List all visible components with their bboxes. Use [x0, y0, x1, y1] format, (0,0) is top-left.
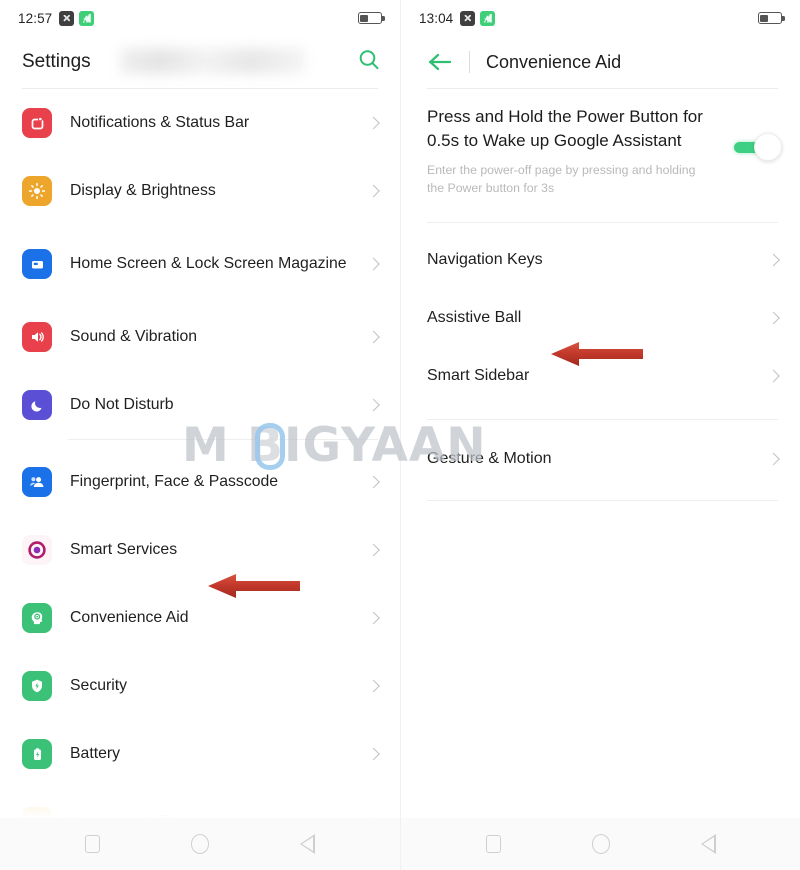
ca-item-label: Gesture & Motion [427, 449, 552, 467]
settings-item-convenience-aid[interactable]: Convenience Aid [0, 584, 400, 652]
settings-item-smart-services[interactable]: Smart Services [0, 516, 400, 584]
power-button-subtitle: Enter the power-off page by pressing and… [427, 163, 696, 196]
settings-item-display[interactable]: Display & Brightness [0, 157, 400, 225]
page-title: Convenience Aid [486, 51, 622, 72]
settings-item-label: Fingerprint, Face & Passcode [70, 473, 279, 491]
circle-home-icon[interactable] [190, 834, 209, 854]
settings-item-label: Do Not Disturb [70, 396, 174, 414]
section-divider [427, 418, 778, 420]
settings-item-dnd[interactable]: Do Not Disturb [0, 371, 400, 439]
settings-item-home-screen[interactable]: Home Screen & Lock Screen Magazine [0, 225, 400, 303]
status-right-icons [358, 12, 385, 24]
settings-item-notifications[interactable]: Notifications & Status Bar [0, 89, 400, 157]
brightness-icon [22, 176, 52, 206]
notifications-icon [22, 108, 52, 138]
ca-item-label: Assistive Ball [427, 308, 522, 326]
right-phone-panel: 13:04 Convenience Aid Press and Hold the… [400, 0, 800, 870]
settings-item-label: Security [70, 677, 128, 695]
power-button-toggle[interactable] [734, 133, 782, 161]
ca-item-navigation-keys[interactable]: Navigation Keys [401, 231, 800, 289]
settings-item-label: Smart Services [70, 541, 178, 559]
moon-icon [22, 390, 52, 420]
settings-item-label: Sound & Vibration [70, 328, 198, 346]
app-dark-icon [59, 10, 75, 26]
convenience-aid-header: Convenience Aid [401, 36, 800, 88]
app-green-icon [480, 10, 496, 26]
settings-item-label: Notifications & Status Bar [70, 114, 250, 132]
settings-item-battery[interactable]: Battery [0, 720, 400, 788]
power-button-title: Press and Hold the Power Button for 0.5s… [427, 107, 703, 151]
navigation-bar-left [0, 818, 400, 870]
fingerprint-face-icon [22, 467, 52, 497]
section-divider [427, 499, 778, 501]
redacted-search-hint [120, 48, 305, 74]
square-recents-icon[interactable] [486, 835, 502, 853]
status-notification-icons [59, 10, 95, 26]
square-recents-icon[interactable] [85, 835, 101, 853]
triangle-back-icon[interactable] [299, 834, 315, 854]
page-title: Settings [22, 51, 91, 72]
battery-icon [758, 12, 785, 24]
toggle-knob [754, 133, 782, 161]
settings-header: Settings [0, 36, 400, 88]
settings-item-fingerprint[interactable]: Fingerprint, Face & Passcode [0, 448, 400, 516]
power-button-text: Press and Hold the Power Button for 0.5s… [427, 105, 734, 198]
annotation-arrow-convenience-aid [208, 572, 300, 605]
power-button-setting[interactable]: Press and Hold the Power Button for 0.5s… [401, 89, 800, 214]
status-notification-icons [460, 10, 496, 26]
sound-icon [22, 322, 52, 352]
ca-item-gesture-motion[interactable]: Gesture & Motion [401, 430, 800, 488]
annotation-arrow-assistive-ball [551, 340, 643, 373]
ca-item-label: Navigation Keys [427, 250, 543, 268]
status-time: 13:04 [419, 10, 454, 26]
app-green-icon [79, 10, 95, 26]
settings-list: Notifications & Status Bar Display & Bri… [0, 89, 400, 870]
status-right-icons [758, 12, 785, 24]
convenience-aid-icon [22, 603, 52, 633]
settings-item-label: Battery [70, 745, 121, 763]
settings-item-label: Home Screen & Lock Screen Magazine [70, 255, 347, 273]
status-bar-right: 13:04 [401, 0, 800, 36]
back-arrow-icon[interactable] [427, 52, 453, 72]
shield-icon [22, 671, 52, 701]
circle-home-icon[interactable] [591, 834, 610, 854]
navigation-bar-right [401, 818, 800, 870]
left-phone-panel: 12:57 Settings Notifications & Status Ba… [0, 0, 400, 870]
search-icon[interactable] [356, 47, 382, 78]
settings-item-label: Display & Brightness [70, 182, 216, 200]
status-bar-left: 12:57 [0, 0, 400, 36]
battery-settings-icon [22, 739, 52, 769]
status-time: 12:57 [18, 10, 53, 26]
dual-phone-screenshot: 12:57 Settings Notifications & Status Ba… [0, 0, 800, 870]
battery-icon [358, 12, 385, 24]
settings-item-sound[interactable]: Sound & Vibration [0, 303, 400, 371]
settings-item-security[interactable]: Security [0, 652, 400, 720]
app-dark-icon [460, 10, 476, 26]
section-divider [68, 439, 378, 440]
triangle-back-icon[interactable] [700, 834, 716, 854]
smart-services-icon [22, 535, 52, 565]
home-screen-icon [22, 249, 52, 279]
ca-item-assistive-ball[interactable]: Assistive Ball [401, 289, 800, 347]
settings-item-label: Convenience Aid [70, 609, 189, 627]
header-separator [469, 51, 470, 73]
